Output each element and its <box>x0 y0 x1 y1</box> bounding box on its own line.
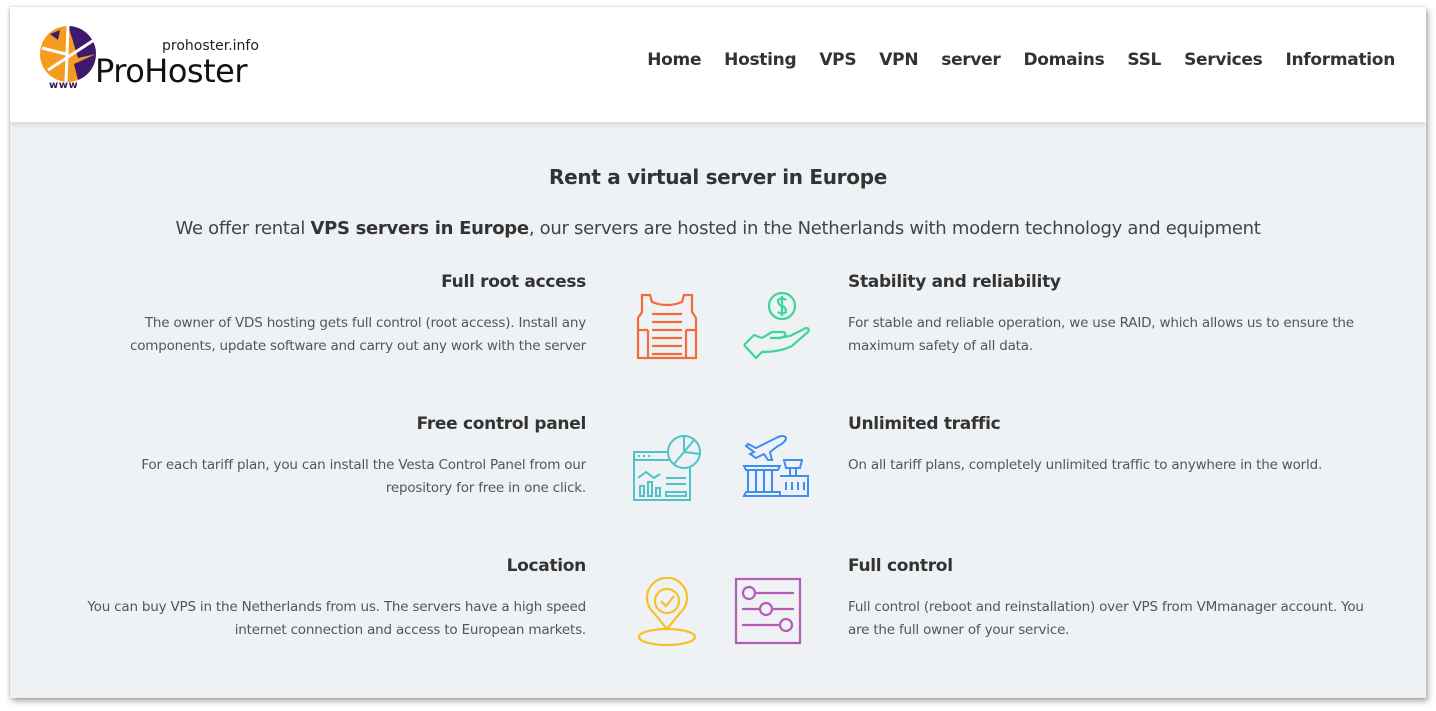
nav-ssl[interactable]: SSL <box>1127 50 1161 70</box>
feature-title: Free control panel <box>416 414 587 434</box>
nav-services[interactable]: Services <box>1184 50 1263 70</box>
feature-text: The owner of VDS hosting gets full contr… <box>129 315 586 354</box>
hand-dollar-icon <box>743 291 810 360</box>
feature-title: Location <box>506 556 587 576</box>
page-subtitle: We offer rental VPS servers in Europe, o… <box>10 218 1426 239</box>
feature-title: Full control <box>848 556 953 576</box>
feature-title: Stability and reliability <box>848 272 1061 292</box>
subtitle-bold: VPS servers in Europe <box>310 218 529 239</box>
airport-plane-icon <box>742 435 809 497</box>
feature-title: Full root access <box>441 272 586 292</box>
nav-vps[interactable]: VPS <box>819 50 856 70</box>
feature-full-control: Full control Full control (reboot and re… <box>848 556 1368 642</box>
feature-text: On all tariff plans, completely unlimite… <box>848 457 1323 473</box>
nav-information[interactable]: Information <box>1285 50 1395 70</box>
sliders-icon <box>734 577 802 645</box>
feature-text: Full control (reboot and reinstallation)… <box>848 599 1364 638</box>
logo-www: www <box>49 80 79 91</box>
nav-hosting[interactable]: Hosting <box>724 50 796 70</box>
dashboard-chart-icon <box>633 435 701 501</box>
nav-domains[interactable]: Domains <box>1023 50 1104 70</box>
subtitle-prefix: We offer rental <box>175 218 311 239</box>
header: www prohoster.info ProHoster Home Hostin… <box>10 7 1426 122</box>
feature-location: Location You can buy VPS in the Netherla… <box>86 556 586 642</box>
nav-server[interactable]: server <box>941 50 1001 70</box>
globe-logo-icon <box>40 25 96 83</box>
feature-stability: Stability and reliability For stable and… <box>848 272 1368 358</box>
feature-text: For stable and reliable operation, we us… <box>848 315 1354 354</box>
feature-text: For each tariff plan, you can install th… <box>141 457 586 496</box>
page-title: Rent a virtual server in Europe <box>549 165 887 189</box>
logo[interactable]: www prohoster.info ProHoster <box>38 22 268 97</box>
logo-name: ProHoster <box>95 52 247 90</box>
feature-unlimited-traffic: Unlimited traffic On all tariff plans, c… <box>848 414 1368 477</box>
page-frame: www prohoster.info ProHoster Home Hostin… <box>10 7 1426 698</box>
subtitle-suffix: , our servers are hosted in the Netherla… <box>528 218 1261 239</box>
vest-icon <box>636 293 698 360</box>
feature-free-control-panel: Free control panel For each tariff plan,… <box>86 414 586 500</box>
feature-title: Unlimited traffic <box>848 414 1001 434</box>
nav-home[interactable]: Home <box>647 50 701 70</box>
feature-text: You can buy VPS in the Netherlands from … <box>87 599 586 638</box>
nav-vpn[interactable]: VPN <box>879 50 918 70</box>
feature-full-root-access: Full root access The owner of VDS hostin… <box>86 272 586 358</box>
location-check-icon <box>637 577 697 647</box>
main-nav: Home Hosting VPS VPN server Domains SSL … <box>624 50 1395 70</box>
